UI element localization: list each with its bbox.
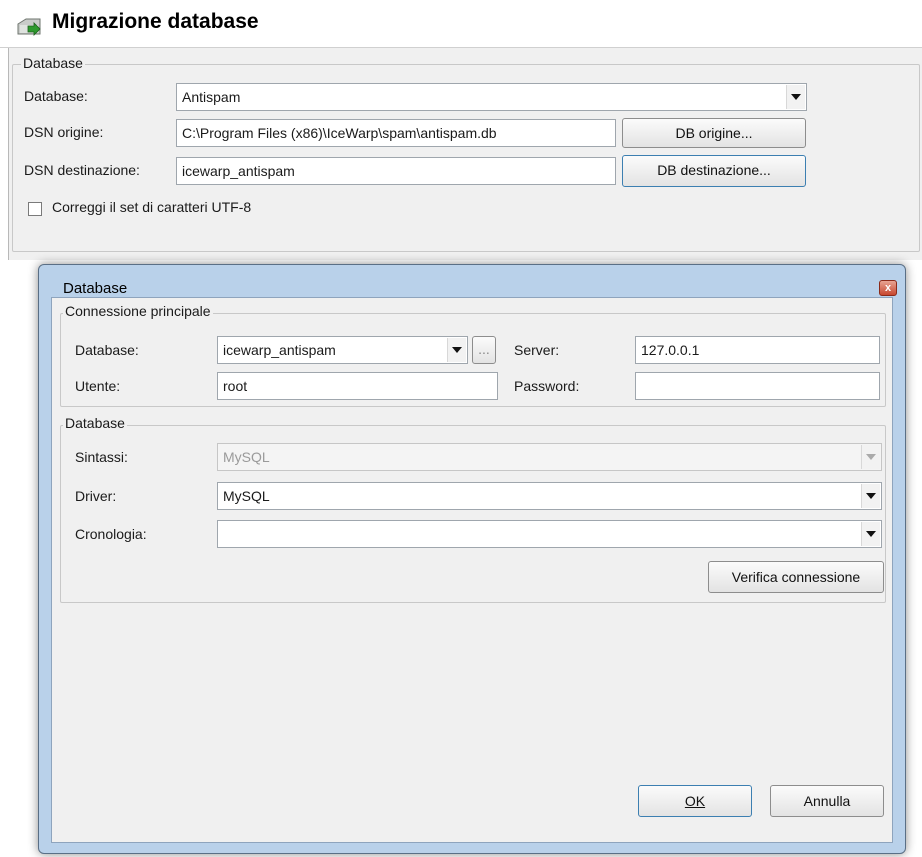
user-field[interactable]: root xyxy=(217,372,498,400)
server-label: Server: xyxy=(514,342,560,358)
utf8-checkbox-label[interactable]: Correggi il set di caratteri UTF-8 xyxy=(52,199,251,215)
database-select[interactable]: Antispam xyxy=(176,83,807,111)
password-label: Password: xyxy=(514,378,580,394)
utf8-checkbox[interactable] xyxy=(28,202,42,216)
db-source-button[interactable]: DB origine... xyxy=(622,118,806,148)
conn-database-label: Database: xyxy=(75,342,139,358)
syntax-label: Sintassi: xyxy=(75,449,128,465)
connection-legend: Connessione principale xyxy=(63,303,213,319)
database-migration-icon xyxy=(16,16,44,38)
dsn-source-label: DSN origine: xyxy=(24,124,104,140)
dialog-body: Connessione principale Database: icewarp… xyxy=(51,297,893,843)
user-label: Utente: xyxy=(75,378,121,394)
driver-value: MySQL xyxy=(223,488,270,504)
dsn-dest-field[interactable]: icewarp_antispam xyxy=(176,157,616,185)
dsn-dest-label: DSN destinazione: xyxy=(24,162,140,178)
history-label: Cronologia: xyxy=(75,526,147,542)
close-icon[interactable]: x xyxy=(879,280,897,296)
database-group-legend: Database xyxy=(21,55,85,71)
ok-button[interactable]: OK xyxy=(638,785,752,817)
server-field[interactable]: 127.0.0.1 xyxy=(635,336,880,364)
database-dialog: Database x Connessione principale Databa… xyxy=(38,264,906,854)
chevron-down-icon xyxy=(861,445,880,469)
chevron-down-icon[interactable] xyxy=(447,338,466,362)
chevron-down-icon[interactable] xyxy=(786,85,805,109)
page-title: Migrazione database xyxy=(52,10,259,33)
syntax-value: MySQL xyxy=(223,449,270,465)
database-select-value: Antispam xyxy=(182,89,241,105)
chevron-down-icon[interactable] xyxy=(861,484,880,508)
password-field[interactable] xyxy=(635,372,880,400)
chevron-down-icon[interactable] xyxy=(861,522,880,546)
dialog-title: Database xyxy=(63,280,128,297)
dsn-source-field[interactable]: C:\Program Files (x86)\IceWarp\spam\anti… xyxy=(176,119,616,147)
db-dest-button[interactable]: DB destinazione... xyxy=(622,155,806,187)
browse-button[interactable]: ... xyxy=(472,336,496,364)
driver-select[interactable]: MySQL xyxy=(217,482,882,510)
verify-connection-button[interactable]: Verifica connessione xyxy=(708,561,884,593)
conn-database-value: icewarp_antispam xyxy=(223,342,336,358)
cancel-button[interactable]: Annulla xyxy=(770,785,884,817)
database-label: Database: xyxy=(24,88,88,104)
driver-label: Driver: xyxy=(75,488,117,504)
conn-database-select[interactable]: icewarp_antispam xyxy=(217,336,468,364)
syntax-select: MySQL xyxy=(217,443,882,471)
db-legend: Database xyxy=(63,415,127,431)
history-select[interactable] xyxy=(217,520,882,548)
